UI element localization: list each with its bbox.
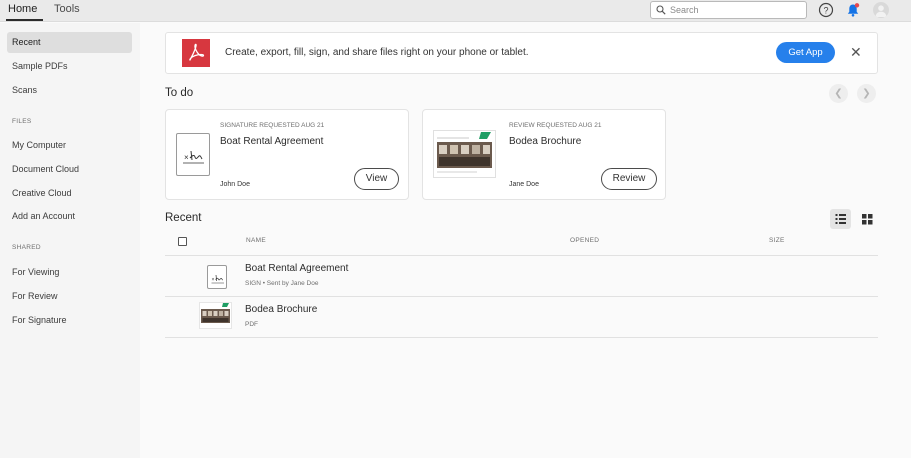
todo-card-bodea-brochure[interactable]: REVIEW REQUESTED AUG 21 Bodea Brochure J… [422, 109, 666, 200]
select-all-checkbox[interactable] [178, 237, 187, 246]
review-button[interactable]: Review [601, 168, 657, 190]
brochure-thumbnail [433, 130, 496, 178]
grid-view-button[interactable] [857, 209, 878, 229]
file-subtitle: PDF [245, 321, 258, 328]
sidebar-item-document-cloud[interactable]: Document Cloud [7, 159, 132, 180]
recent-section-title: Recent [165, 212, 202, 224]
get-app-banner: Create, export, fill, sign, and share fi… [165, 32, 878, 74]
view-button[interactable]: View [354, 168, 399, 190]
svg-text:×: × [212, 277, 215, 283]
column-header-size[interactable]: SIZE [769, 237, 785, 244]
file-subtitle: SIGN • Sent by Jane Doe [245, 280, 319, 287]
todo-section-title: To do [165, 87, 194, 99]
file-name[interactable]: Bodea Brochure [245, 304, 317, 315]
file-name[interactable]: Boat Rental Agreement [245, 263, 348, 274]
grid-view-icon [862, 214, 873, 225]
todo-card-boat-rental[interactable]: × SIGNATURE REQUESTED AUG 21 Boat Rental… [165, 109, 409, 200]
sidebar-item-for-signature[interactable]: For Signature [7, 310, 132, 331]
person-icon [875, 5, 887, 17]
signature-icon: × [183, 150, 204, 164]
card-title: Boat Rental Agreement [220, 136, 324, 147]
get-app-button[interactable]: Get App [776, 42, 835, 63]
active-tab-indicator [6, 19, 43, 21]
column-header-opened[interactable]: OPENED [570, 237, 599, 244]
sign-document-thumbnail: × [176, 133, 210, 176]
search-box[interactable] [650, 1, 807, 19]
previous-arrow-icon[interactable]: ❮ [829, 84, 848, 103]
card-title: Bodea Brochure [509, 136, 582, 147]
help-icon[interactable]: ? [818, 2, 834, 18]
sidebar-item-for-viewing[interactable]: For Viewing [7, 262, 132, 283]
search-input[interactable] [670, 3, 800, 17]
sidebar-item-scans[interactable]: Scans [7, 80, 132, 101]
notifications-bell-icon[interactable] [845, 2, 861, 18]
sign-file-thumbnail: × [207, 265, 227, 289]
card-status: REVIEW REQUESTED AUG 21 [509, 122, 602, 129]
column-header-name[interactable]: NAME [246, 237, 266, 244]
list-view-icon [835, 214, 846, 224]
shared-section-header: SHARED [12, 244, 41, 251]
brochure-file-thumbnail [199, 302, 232, 329]
tab-tools[interactable]: Tools [54, 3, 80, 15]
divider [165, 296, 878, 297]
sidebar-item-sample-pdfs[interactable]: Sample PDFs [7, 56, 132, 77]
sidebar-item-my-computer[interactable]: My Computer [7, 135, 132, 156]
close-banner-icon[interactable]: ✕ [850, 45, 862, 59]
list-view-button[interactable] [830, 209, 851, 229]
card-user: Jane Doe [509, 181, 539, 188]
search-icon [656, 5, 666, 15]
acrobat-icon [189, 43, 205, 61]
svg-text:×: × [184, 153, 189, 162]
divider [165, 337, 878, 338]
svg-text:?: ? [823, 6, 828, 16]
card-user: John Doe [220, 181, 250, 188]
next-arrow-icon[interactable]: ❯ [857, 84, 876, 103]
signature-icon: × [211, 274, 224, 284]
sidebar-item-recent[interactable]: Recent [7, 32, 132, 53]
sidebar-item-creative-cloud[interactable]: Creative Cloud [7, 183, 132, 204]
sidebar-item-add-account[interactable]: Add an Account [7, 206, 132, 227]
card-status: SIGNATURE REQUESTED AUG 21 [220, 122, 325, 129]
divider [165, 255, 878, 256]
sidebar-item-for-review[interactable]: For Review [7, 286, 132, 307]
tab-home[interactable]: Home [8, 3, 37, 15]
acrobat-logo [182, 39, 210, 67]
user-avatar[interactable] [873, 2, 889, 18]
top-bar: Home Tools ? [0, 0, 911, 22]
files-section-header: FILES [12, 118, 32, 125]
banner-message: Create, export, fill, sign, and share fi… [225, 47, 529, 58]
